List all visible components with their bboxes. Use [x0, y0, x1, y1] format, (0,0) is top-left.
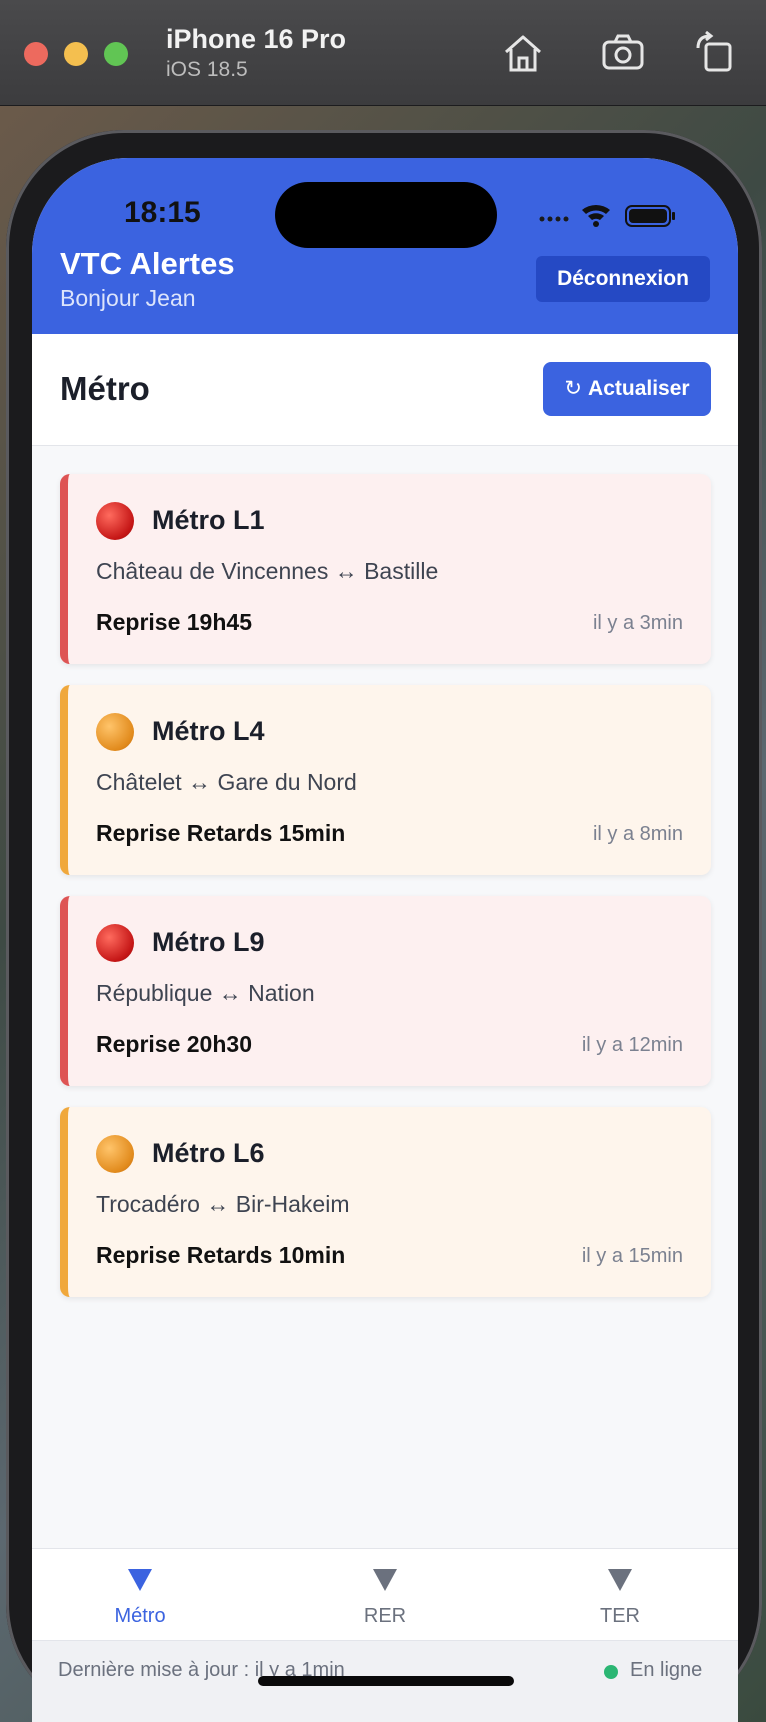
- connection-status: En ligne: [630, 1659, 703, 1681]
- rotate-icon[interactable]: [692, 30, 738, 76]
- alert-timestamp: il y a 3min: [592, 612, 683, 634]
- simulator-device-name: iPhone 16 Pro: [166, 24, 347, 54]
- alert-line-name: Métro L9: [152, 927, 265, 957]
- tab-label: TER: [600, 1605, 640, 1627]
- simulator-titlebar: iPhone 16 Pro iOS 18.5: [0, 0, 766, 106]
- tab-ter[interactable]: TER: [520, 1549, 720, 1641]
- triangle-down-icon: [608, 1569, 632, 1591]
- zoom-window-button[interactable]: [104, 42, 128, 66]
- alert-card[interactable]: Métro L6 Trocadéro ↔ Bir-Hakeim Reprise …: [60, 1107, 711, 1297]
- tab-metro[interactable]: Métro: [40, 1549, 240, 1641]
- wifi-icon: [582, 204, 610, 227]
- app-header: 18:15 VTC Alertes Bonjour Jean Déconnexi…: [32, 158, 738, 334]
- orange-circle-icon: [96, 713, 134, 751]
- tab-label: Métro: [114, 1605, 166, 1627]
- alert-status: Reprise 19h45: [96, 609, 252, 635]
- simulator-os-version: iOS 18.5: [166, 58, 248, 81]
- alert-route: Trocadéro ↔ Bir-Hakeim: [96, 1191, 350, 1217]
- alert-status: Reprise Retards 15min: [96, 820, 346, 846]
- triangle-down-icon: [128, 1569, 152, 1591]
- phone-screen: 18:15 VTC Alertes Bonjour Jean Déconnexi…: [32, 158, 738, 1722]
- alert-timestamp: il y a 12min: [581, 1034, 683, 1056]
- online-status-icon: [604, 1665, 618, 1679]
- battery-icon: [625, 205, 675, 227]
- alert-route: Château de Vincennes ↔ Bastille: [96, 558, 439, 584]
- alert-timestamp: il y a 8min: [592, 823, 683, 845]
- tab-label: RER: [363, 1605, 407, 1627]
- tab-rer[interactable]: RER: [285, 1549, 485, 1641]
- refresh-icon: ↻: [564, 377, 583, 400]
- red-circle-icon: [96, 502, 134, 540]
- status-bar-time: 18:15: [124, 196, 201, 229]
- refresh-label: Actualiser: [588, 377, 690, 400]
- alert-route: République ↔ Nation: [96, 980, 315, 1006]
- alert-status: Reprise Retards 10min: [96, 1242, 346, 1268]
- section-title: Métro: [60, 370, 150, 407]
- triangle-down-icon: [373, 1569, 397, 1591]
- alert-line-name: Métro L6: [152, 1138, 265, 1168]
- user-greeting: Bonjour Jean: [60, 285, 196, 311]
- alert-card[interactable]: Métro L9 République ↔ Nation Reprise 20h…: [60, 896, 711, 1086]
- app-title: VTC Alertes: [60, 246, 235, 281]
- logout-button[interactable]: Déconnexion: [536, 256, 710, 302]
- home-icon[interactable]: [500, 30, 546, 76]
- dynamic-island: [275, 182, 497, 248]
- close-window-button[interactable]: [24, 42, 48, 66]
- alert-status: Reprise 20h30: [96, 1031, 252, 1057]
- cellular-signal-icon: [539, 216, 569, 222]
- section-bar: Métro ↻ Actualiser: [32, 334, 738, 446]
- status-icons: [539, 204, 675, 227]
- orange-circle-icon: [96, 1135, 134, 1173]
- red-circle-icon: [96, 924, 134, 962]
- refresh-button[interactable]: ↻ Actualiser: [543, 362, 711, 416]
- alert-line-name: Métro L1: [152, 505, 265, 535]
- alert-line-name: Métro L4: [152, 716, 265, 746]
- minimize-window-button[interactable]: [64, 42, 88, 66]
- tab-bar: Métro RER TER: [32, 1548, 738, 1640]
- alert-card[interactable]: Métro L4 Châtelet ↔ Gare du Nord Reprise…: [60, 685, 711, 875]
- alert-card[interactable]: Métro L1 Château de Vincennes ↔ Bastille…: [60, 474, 711, 664]
- alert-list: Métro L1 Château de Vincennes ↔ Bastille…: [60, 474, 711, 1318]
- camera-icon[interactable]: [600, 30, 646, 76]
- home-indicator[interactable]: [258, 1676, 514, 1686]
- alert-timestamp: il y a 15min: [581, 1245, 683, 1267]
- alert-route: Châtelet ↔ Gare du Nord: [96, 769, 357, 795]
